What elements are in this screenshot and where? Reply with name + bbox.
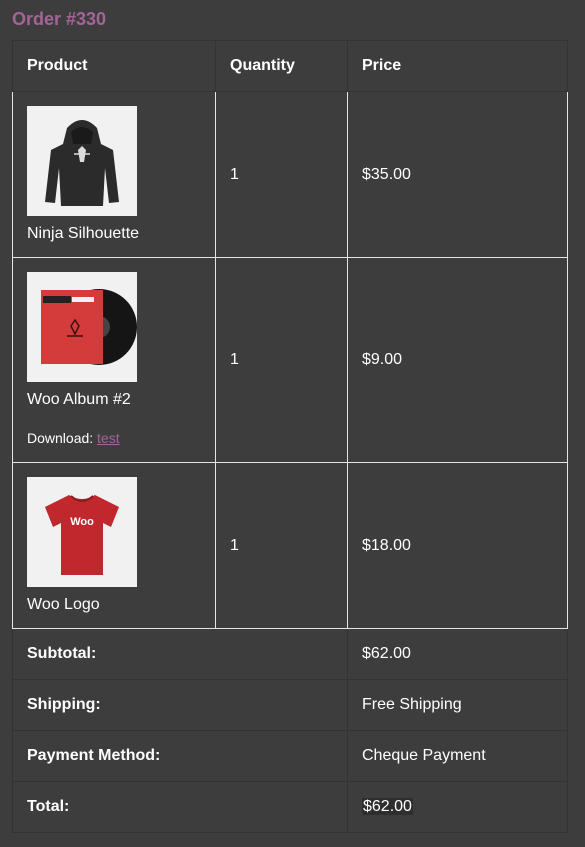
order-title: Order #330 <box>12 9 107 29</box>
payment-method-label: Payment Method: <box>12 730 348 782</box>
price-cell: $35.00 <box>347 91 568 258</box>
quantity-cell: 1 <box>215 91 348 258</box>
product-name[interactable]: Ninja Silhouette <box>27 224 201 244</box>
totals-row-shipping: Shipping: Free Shipping <box>12 679 568 731</box>
table-header-row: Product Quantity Price <box>12 40 568 92</box>
column-header-quantity: Quantity <box>215 40 348 92</box>
price-cell: $18.00 <box>347 462 568 629</box>
subtotal-label: Subtotal: <box>12 628 348 680</box>
column-header-product: Product <box>12 40 216 92</box>
shipping-label: Shipping: <box>12 679 348 731</box>
download-info: Download: test <box>27 430 201 446</box>
table-row: Woo Woo Logo 1 $18.00 <box>12 462 568 629</box>
table-row: Ninja Silhouette 1 $35.00 <box>12 91 568 258</box>
tshirt-image[interactable]: Woo <box>27 477 137 587</box>
total-value: $62.00 <box>362 798 413 815</box>
order-details-table: Product Quantity Price Ninja Silhouette <box>12 40 568 833</box>
totals-row-total: Total: $62.00 <box>12 781 568 833</box>
quantity-cell: 1 <box>215 257 348 463</box>
product-name[interactable]: Woo Album #2 <box>27 390 201 410</box>
total-label: Total: <box>12 781 348 833</box>
product-cell: Woo Album #2 Download: test <box>12 257 216 463</box>
price-cell: $9.00 <box>347 257 568 463</box>
download-link[interactable]: test <box>97 430 120 446</box>
download-label: Download: <box>27 430 94 446</box>
column-header-price: Price <box>347 40 568 92</box>
product-cell: Woo Woo Logo <box>12 462 216 629</box>
payment-method-value: Cheque Payment <box>347 730 568 782</box>
shipping-value: Free Shipping <box>347 679 568 731</box>
subtotal-value: $62.00 <box>347 628 568 680</box>
totals-row-payment-method: Payment Method: Cheque Payment <box>12 730 568 782</box>
table-row: Woo Album #2 Download: test 1 $9.00 <box>12 257 568 463</box>
totals-row-subtotal: Subtotal: $62.00 <box>12 628 568 680</box>
vinyl-album-image[interactable] <box>27 272 137 382</box>
product-name[interactable]: Woo Logo <box>27 595 201 615</box>
shirt-logo-text: Woo <box>70 516 94 528</box>
hoodie-image[interactable] <box>27 106 137 216</box>
product-cell: Ninja Silhouette <box>12 91 216 258</box>
total-cell: $62.00 <box>347 781 568 833</box>
quantity-cell: 1 <box>215 462 348 629</box>
